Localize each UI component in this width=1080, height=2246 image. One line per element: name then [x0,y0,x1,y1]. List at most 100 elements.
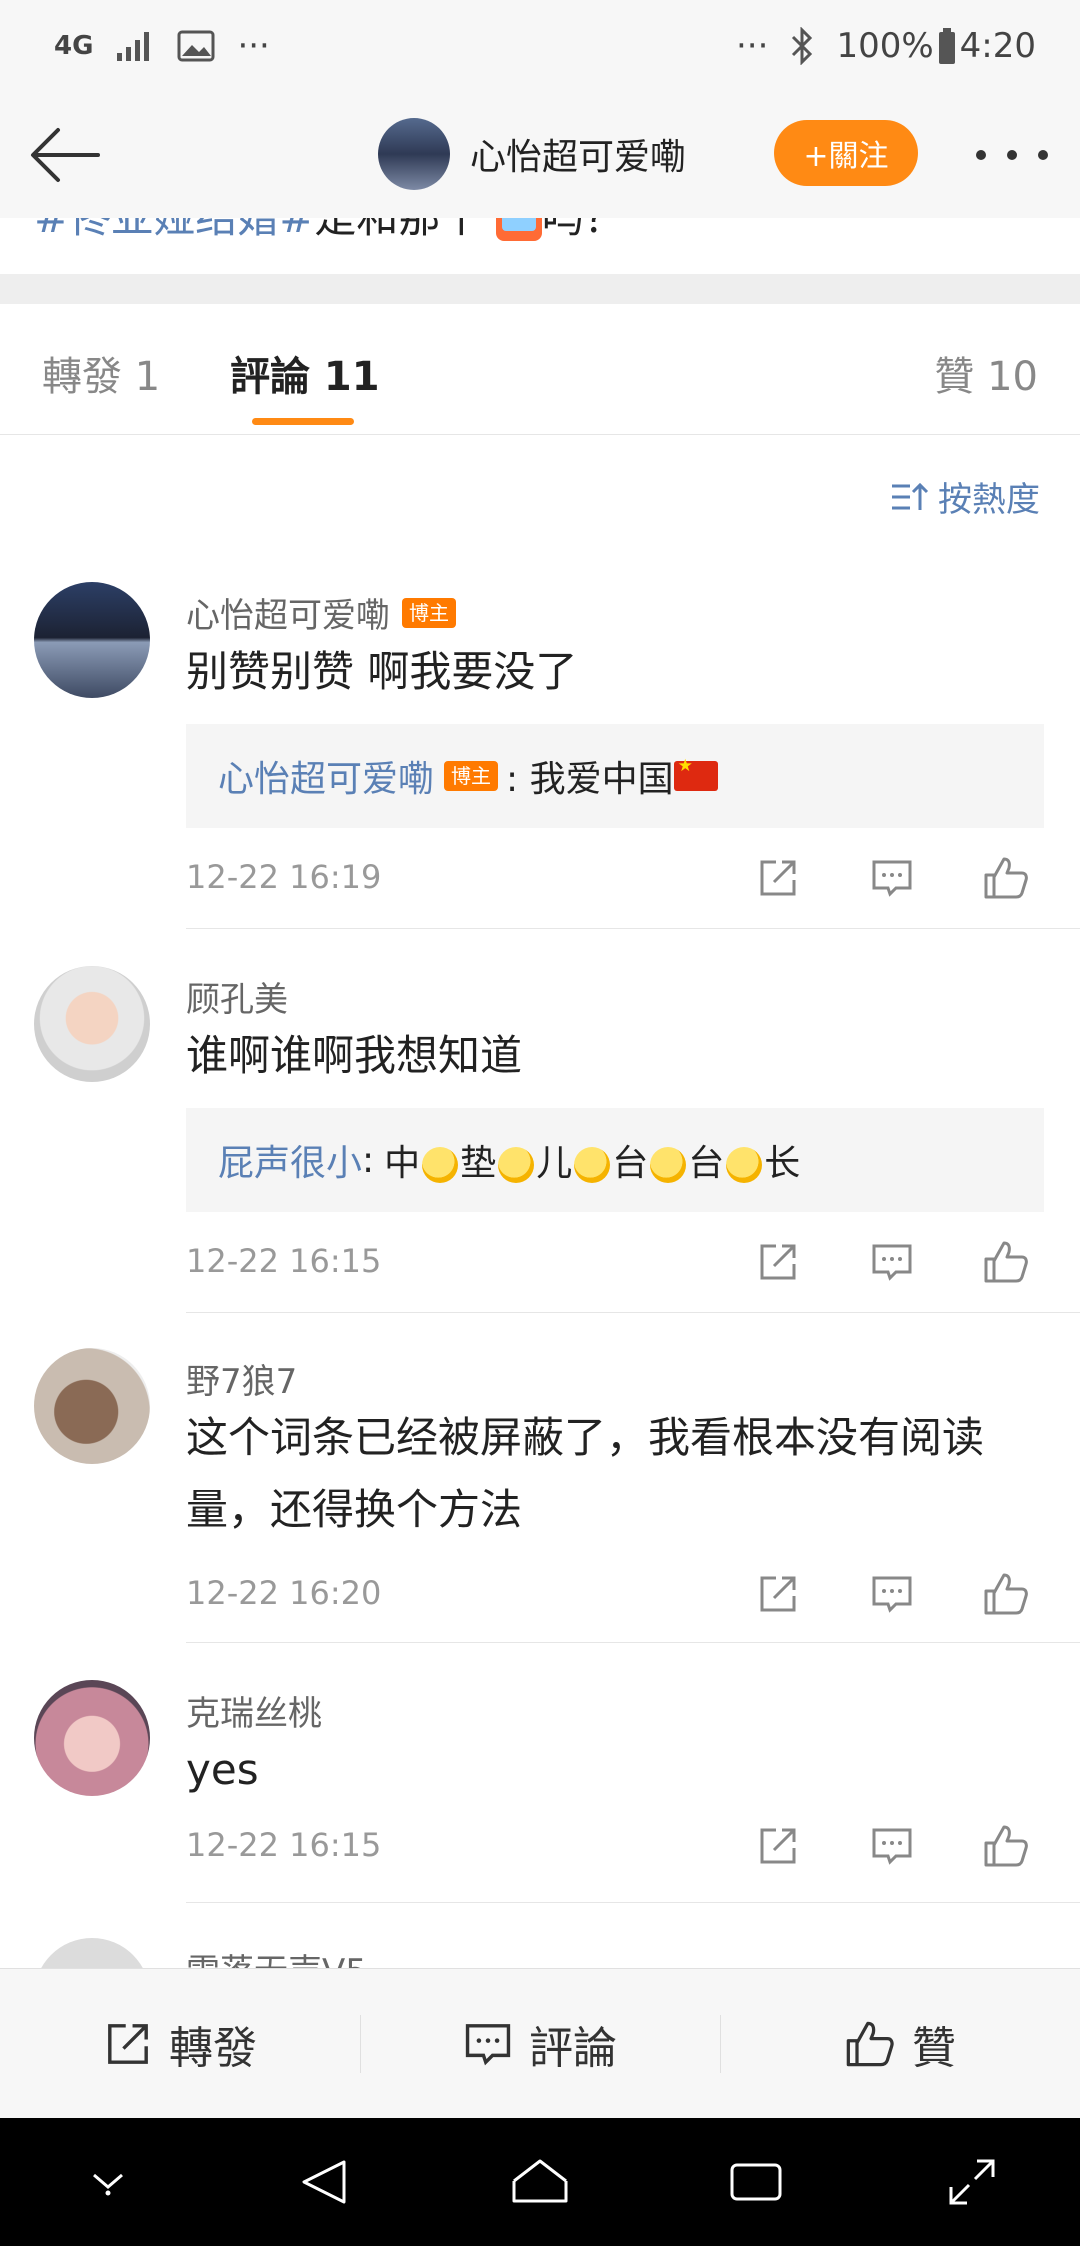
share-button[interactable] [738,1816,818,1876]
post-topic-link[interactable]: #佟亚娅结婚# [34,218,314,242]
avatar[interactable] [34,1348,150,1464]
tab-reposts[interactable]: 轉發 1 [42,344,160,402]
repost-button[interactable]: 轉發 [0,1969,360,2119]
more-options-button[interactable] [976,136,1048,174]
share-icon [760,1828,796,1864]
battery-icon [938,28,955,64]
share-button[interactable] [738,1232,818,1292]
tongue-emoji-icon [422,1147,459,1183]
comment-label: 評論 [529,2023,617,2074]
comment-divider [186,1312,1080,1313]
comment-icon [872,1828,912,1865]
reply-username[interactable]: 屁声很小 [218,1134,362,1186]
like-icon [984,1825,1028,1867]
reply-preview[interactable]: 屁声很小: 中垫儿台台长 [186,1108,1044,1212]
header-avatar[interactable] [378,118,450,190]
back-button[interactable] [26,118,104,192]
tongue-emoji-icon [574,1147,611,1183]
comment-icon [872,860,912,897]
more-dot-icon [976,150,986,160]
comment-username[interactable]: 野7狼7 [186,1354,297,1403]
reply-button[interactable] [852,1232,932,1292]
back-arrow-icon [31,128,100,182]
comment-actions [738,1816,1046,1876]
comment-divider [186,928,1080,929]
like-button[interactable]: 贊 [720,1969,1080,2119]
author-badge: 博主 [444,761,499,791]
comment-actions [738,1232,1046,1292]
avatar[interactable] [34,582,150,698]
recents-icon [730,2163,782,2201]
signal-icon [117,32,150,61]
post-suffix: 吗？ [542,218,626,242]
status-bar: 4G ··· ··· 100% 4:20 [0,0,1080,92]
header-title[interactable]: 心怡超可爱嘞 [470,128,686,180]
system-navigation-bar [0,2118,1080,2246]
sort-label: 按熱度 [938,480,1040,520]
reply-button[interactable] [852,848,932,908]
comment-actions [738,848,1046,908]
tv-emoji-icon [495,218,542,241]
comment-time: 12-22 16:15 [186,1242,382,1280]
comment-text: 别赞别赞 啊我要没了 [186,647,578,696]
share-icon [760,1244,796,1280]
like-icon [846,2021,894,2067]
system-home-button[interactable] [500,2142,580,2222]
share-icon [760,1576,796,1612]
comment-time: 12-22 16:20 [186,1574,382,1612]
tab-likes[interactable]: 贊 10 [934,344,1038,402]
comment-time: 12-22 16:15 [186,1826,382,1864]
like-button[interactable] [966,848,1046,908]
avatar[interactable] [34,1680,150,1796]
tongue-emoji-icon [726,1147,763,1183]
like-icon [984,857,1028,899]
china-flag-icon [673,756,718,791]
bottom-action-bar: 轉發 評論 贊 [0,1968,1080,2119]
like-button[interactable] [966,1564,1046,1624]
more-dot-icon [1038,150,1048,160]
like-button[interactable] [966,1232,1046,1292]
comment-divider [186,1902,1080,1903]
back-triangle-icon [302,2160,346,2204]
comment-username[interactable]: 克瑞丝桃 [186,1686,322,1735]
comment-divider [186,1642,1080,1643]
active-tab-indicator [252,418,354,425]
rotate-screen-button[interactable] [932,2142,1012,2222]
bluetooth-icon [792,27,813,65]
share-icon [760,860,796,896]
comment-text: yes [186,1745,259,1794]
comment-icon [465,2024,511,2066]
reply-username[interactable]: 心怡超可爱嘞 [218,750,434,802]
expand-icon [949,2159,995,2205]
reply-preview[interactable]: 心怡超可爱嘞 博主 : 我爱中国 [186,724,1044,828]
reply-button[interactable] [852,1564,932,1624]
header-profile[interactable]: 心怡超可爱嘞 [378,116,686,192]
tongue-emoji-icon [650,1147,687,1183]
chevron-down-icon [93,2173,123,2196]
hide-keyboard-button[interactable] [68,2142,148,2222]
more-dot-icon [1007,150,1017,160]
network-type: 4G [54,31,94,61]
repost-label: 轉發 [169,2023,257,2074]
tab-comments[interactable]: 評論 11 [230,344,380,402]
share-icon [108,2024,148,2064]
sort-button[interactable]: 按熱度 [890,472,1040,521]
like-button[interactable] [966,1816,1046,1876]
like-icon [984,1573,1028,1615]
avatar[interactable] [34,966,150,1082]
section-divider [0,274,1080,304]
system-back-button[interactable] [284,2142,364,2222]
gallery-icon [177,30,215,62]
more-notifications: ··· [237,26,270,66]
comment-time: 12-22 16:19 [186,858,382,896]
sort-icon [892,482,929,510]
comment-username[interactable]: 顾孔美 [186,972,288,1021]
like-icon [984,1241,1028,1283]
comment-username[interactable]: 心怡超可爱嘞 博主 [186,588,456,637]
share-button[interactable] [738,1564,818,1624]
reply-button[interactable] [852,1816,932,1876]
follow-button[interactable]: +關注 [774,120,918,186]
system-recents-button[interactable] [716,2142,796,2222]
share-button[interactable] [738,848,818,908]
comment-button[interactable]: 評論 [360,1969,720,2119]
